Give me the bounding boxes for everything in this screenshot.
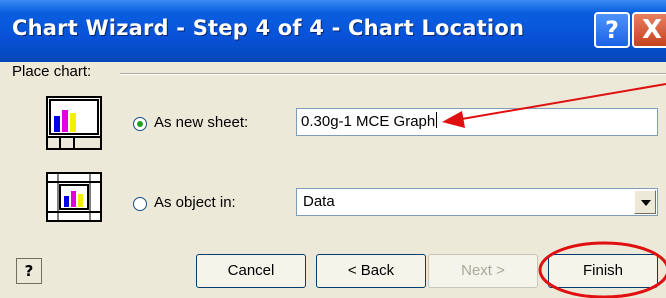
as-object-in-label[interactable]: As object in: [154, 194, 236, 211]
as-new-sheet-radio[interactable] [133, 117, 147, 131]
back-button[interactable]: < Back [316, 254, 426, 288]
title-help-button[interactable]: ? [594, 12, 630, 48]
as-object-in-radio[interactable] [133, 197, 147, 211]
cancel-button[interactable]: Cancel [196, 254, 306, 288]
as-new-sheet-label[interactable]: As new sheet: [154, 114, 248, 131]
title-bar: Chart Wizard - Step 4 of 4 - Chart Locat… [0, 0, 666, 62]
new-sheet-name-value: 0.30g-1 MCE Graph [301, 113, 436, 130]
next-button: Next > [428, 254, 538, 288]
help-icon-button[interactable]: ? [16, 258, 42, 284]
new-sheet-chart-icon [46, 96, 102, 150]
object-in-dropdown[interactable]: Data [296, 188, 658, 216]
place-chart-label: Place chart: [12, 63, 92, 80]
group-divider [120, 73, 666, 75]
object-in-selected-value: Data [303, 193, 335, 210]
new-sheet-name-input[interactable]: 0.30g-1 MCE Graph [296, 108, 658, 136]
finish-button[interactable]: Finish [548, 254, 658, 288]
chevron-down-icon[interactable] [634, 190, 656, 214]
window-title: Chart Wizard - Step 4 of 4 - Chart Locat… [12, 16, 525, 40]
text-caret [436, 112, 438, 128]
title-close-button[interactable]: X [632, 12, 666, 48]
embedded-chart-icon [46, 172, 102, 222]
